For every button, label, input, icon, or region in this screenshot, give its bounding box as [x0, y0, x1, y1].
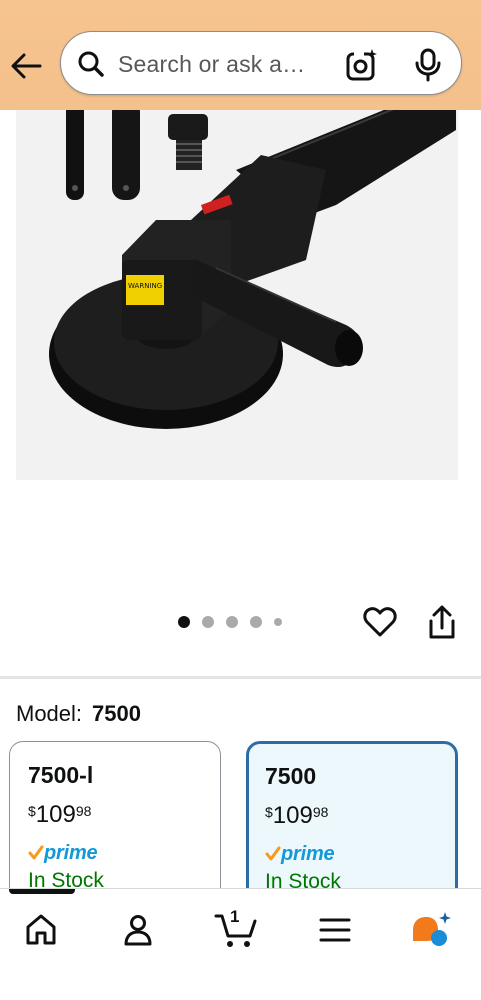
nav-cart[interactable]: 1	[211, 905, 261, 955]
nav-menu[interactable]	[310, 905, 360, 955]
variation-option-card[interactable]: 7500-l $109 98 prime In Stock	[9, 741, 221, 901]
search-icon	[78, 51, 104, 77]
option-price: $109 98	[265, 802, 455, 830]
price-symbol: $	[28, 803, 36, 819]
variation-label-row: Model: 7500	[16, 701, 141, 727]
carousel-dot[interactable]	[202, 616, 214, 628]
nav-home[interactable]	[16, 905, 66, 955]
nav-rufus[interactable]	[406, 905, 456, 955]
search-bar[interactable]: Search or ask a…	[60, 31, 462, 95]
back-button[interactable]	[8, 48, 44, 84]
polisher-image: WARNING	[16, 110, 458, 480]
wishlist-button[interactable]	[362, 604, 398, 640]
carousel-dot[interactable]	[274, 618, 282, 626]
option-name: 7500-l	[28, 762, 94, 788]
rufus-icon	[413, 912, 451, 946]
nav-account[interactable]	[113, 905, 163, 955]
prime-check-icon	[265, 846, 281, 861]
cart-count-badge: 1	[230, 907, 240, 926]
menu-icon	[319, 918, 351, 942]
price-whole: 109	[272, 802, 313, 829]
product-image[interactable]: WARNING	[16, 110, 458, 480]
variation-option-card-selected[interactable]: 7500 $109 98 prime In Stock	[246, 741, 458, 901]
carousel-dot[interactable]	[250, 616, 262, 628]
prime-badge: prime	[28, 841, 220, 865]
microphone-icon[interactable]	[413, 48, 443, 82]
share-icon	[429, 605, 455, 639]
svg-text:WARNING: WARNING	[128, 282, 162, 290]
carousel-dot-active[interactable]	[178, 616, 190, 628]
price-whole: 109	[35, 801, 76, 828]
variation-label: Model:	[16, 701, 83, 726]
price-fraction: 98	[75, 803, 92, 819]
prime-badge: prime	[265, 842, 455, 866]
price-symbol: $	[265, 804, 273, 820]
camera-lens-icon[interactable]	[345, 48, 379, 82]
top-header: Search or ask a…	[0, 0, 481, 110]
bottom-navigation: 1	[0, 888, 481, 1000]
option-price: $109 98	[28, 801, 220, 829]
price-fraction: 98	[312, 804, 329, 820]
prime-text: prime	[44, 841, 98, 864]
home-icon	[26, 914, 56, 945]
heart-icon	[363, 607, 397, 637]
search-input[interactable]: Search or ask a…	[118, 51, 305, 78]
prime-check-icon	[28, 845, 44, 860]
account-icon	[124, 915, 152, 946]
back-arrow-icon	[11, 53, 42, 79]
carousel-dot[interactable]	[226, 616, 238, 628]
prime-text: prime	[281, 842, 335, 865]
active-tab-indicator	[9, 889, 75, 894]
option-name: 7500	[265, 763, 317, 789]
variation-selected-value: 7500	[92, 701, 141, 726]
image-carousel-dots[interactable]	[178, 614, 282, 630]
share-button[interactable]	[424, 604, 460, 642]
section-divider	[0, 676, 481, 679]
